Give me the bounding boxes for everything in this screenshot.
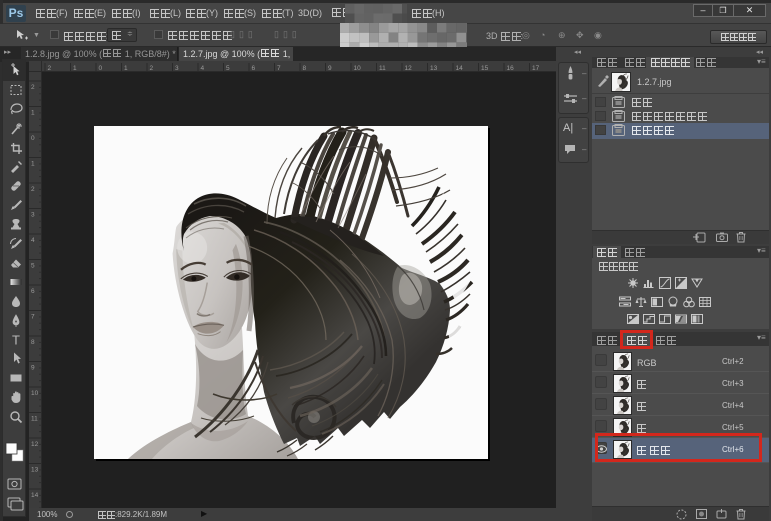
svg-text:10: 10 [31, 390, 39, 397]
svg-text:0: 0 [31, 135, 35, 142]
svg-text:14: 14 [31, 492, 39, 499]
svg-text:0: 0 [99, 65, 103, 72]
svg-text:8: 8 [31, 339, 35, 346]
svg-text:12: 12 [31, 441, 39, 448]
svg-text:13: 13 [430, 65, 438, 72]
svg-text:1: 1 [31, 110, 35, 117]
svg-text:1: 1 [124, 65, 128, 72]
svg-text:15: 15 [481, 65, 489, 72]
svg-text:7: 7 [277, 65, 281, 72]
svg-text:11: 11 [31, 416, 38, 423]
svg-text:5: 5 [31, 263, 35, 270]
svg-text:5: 5 [226, 65, 230, 72]
svg-text:4: 4 [31, 237, 35, 244]
svg-text:2: 2 [150, 65, 154, 72]
svg-text:13: 13 [31, 467, 39, 474]
svg-text:12: 12 [405, 65, 413, 72]
svg-text:3: 3 [31, 212, 35, 219]
svg-text:17: 17 [532, 65, 540, 72]
svg-text:9: 9 [328, 65, 332, 72]
svg-text:2: 2 [48, 65, 52, 72]
svg-text:16: 16 [507, 65, 515, 72]
svg-text:11: 11 [379, 65, 386, 72]
svg-text:10: 10 [354, 65, 362, 72]
svg-text:14: 14 [456, 65, 464, 72]
svg-text:7: 7 [31, 314, 35, 321]
svg-text:6: 6 [252, 65, 256, 72]
svg-text:2: 2 [31, 186, 35, 193]
svg-text:6: 6 [31, 288, 35, 295]
svg-text:9: 9 [31, 365, 35, 372]
svg-text:2: 2 [31, 84, 35, 91]
svg-text:3: 3 [175, 65, 179, 72]
svg-text:1: 1 [73, 65, 77, 72]
svg-text:T: T [12, 333, 20, 348]
svg-text:8: 8 [303, 65, 307, 72]
svg-text:1: 1 [31, 161, 35, 168]
svg-text:4: 4 [201, 65, 205, 72]
